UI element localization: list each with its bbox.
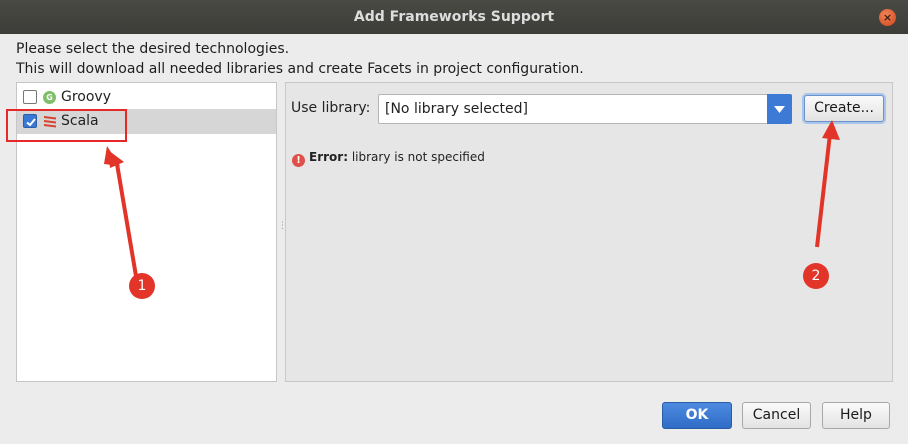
scala-icon [43,115,56,128]
library-dropdown[interactable]: [No library selected] [378,94,792,124]
groovy-icon: G [43,91,56,104]
ok-button[interactable]: OK [662,402,732,429]
error-message: ! Error: library is not specified [292,150,485,167]
chevron-down-icon[interactable] [767,94,792,124]
groovy-checkbox[interactable] [23,90,37,104]
window-title: Add Frameworks Support [353,9,555,25]
splitter-handle[interactable]: ⋮ [278,222,287,238]
title-bar: Add Frameworks Support × [0,0,908,34]
scala-label: Scala [61,113,99,129]
error-text: library is not specified [351,150,485,164]
framework-config-panel: Use library: [No library selected] Creat… [285,82,893,382]
list-item-scala[interactable]: Scala [17,109,276,134]
use-library-label: Use library: [291,100,371,116]
list-item-groovy[interactable]: G Groovy [17,85,276,110]
error-prefix: Error: [309,150,348,164]
close-icon[interactable]: × [879,9,896,26]
groovy-label: Groovy [61,89,111,105]
help-button[interactable]: Help [822,402,890,429]
library-dropdown-value: [No library selected] [385,101,529,117]
description-line-1: Please select the desired technologies. [16,41,290,57]
create-button[interactable]: Create... [804,95,884,122]
cancel-button[interactable]: Cancel [742,402,811,429]
description-line-2: This will download all needed libraries … [16,61,584,77]
scala-checkbox[interactable] [23,114,37,128]
error-icon: ! [292,154,305,167]
technology-list: G Groovy Scala [16,82,277,382]
